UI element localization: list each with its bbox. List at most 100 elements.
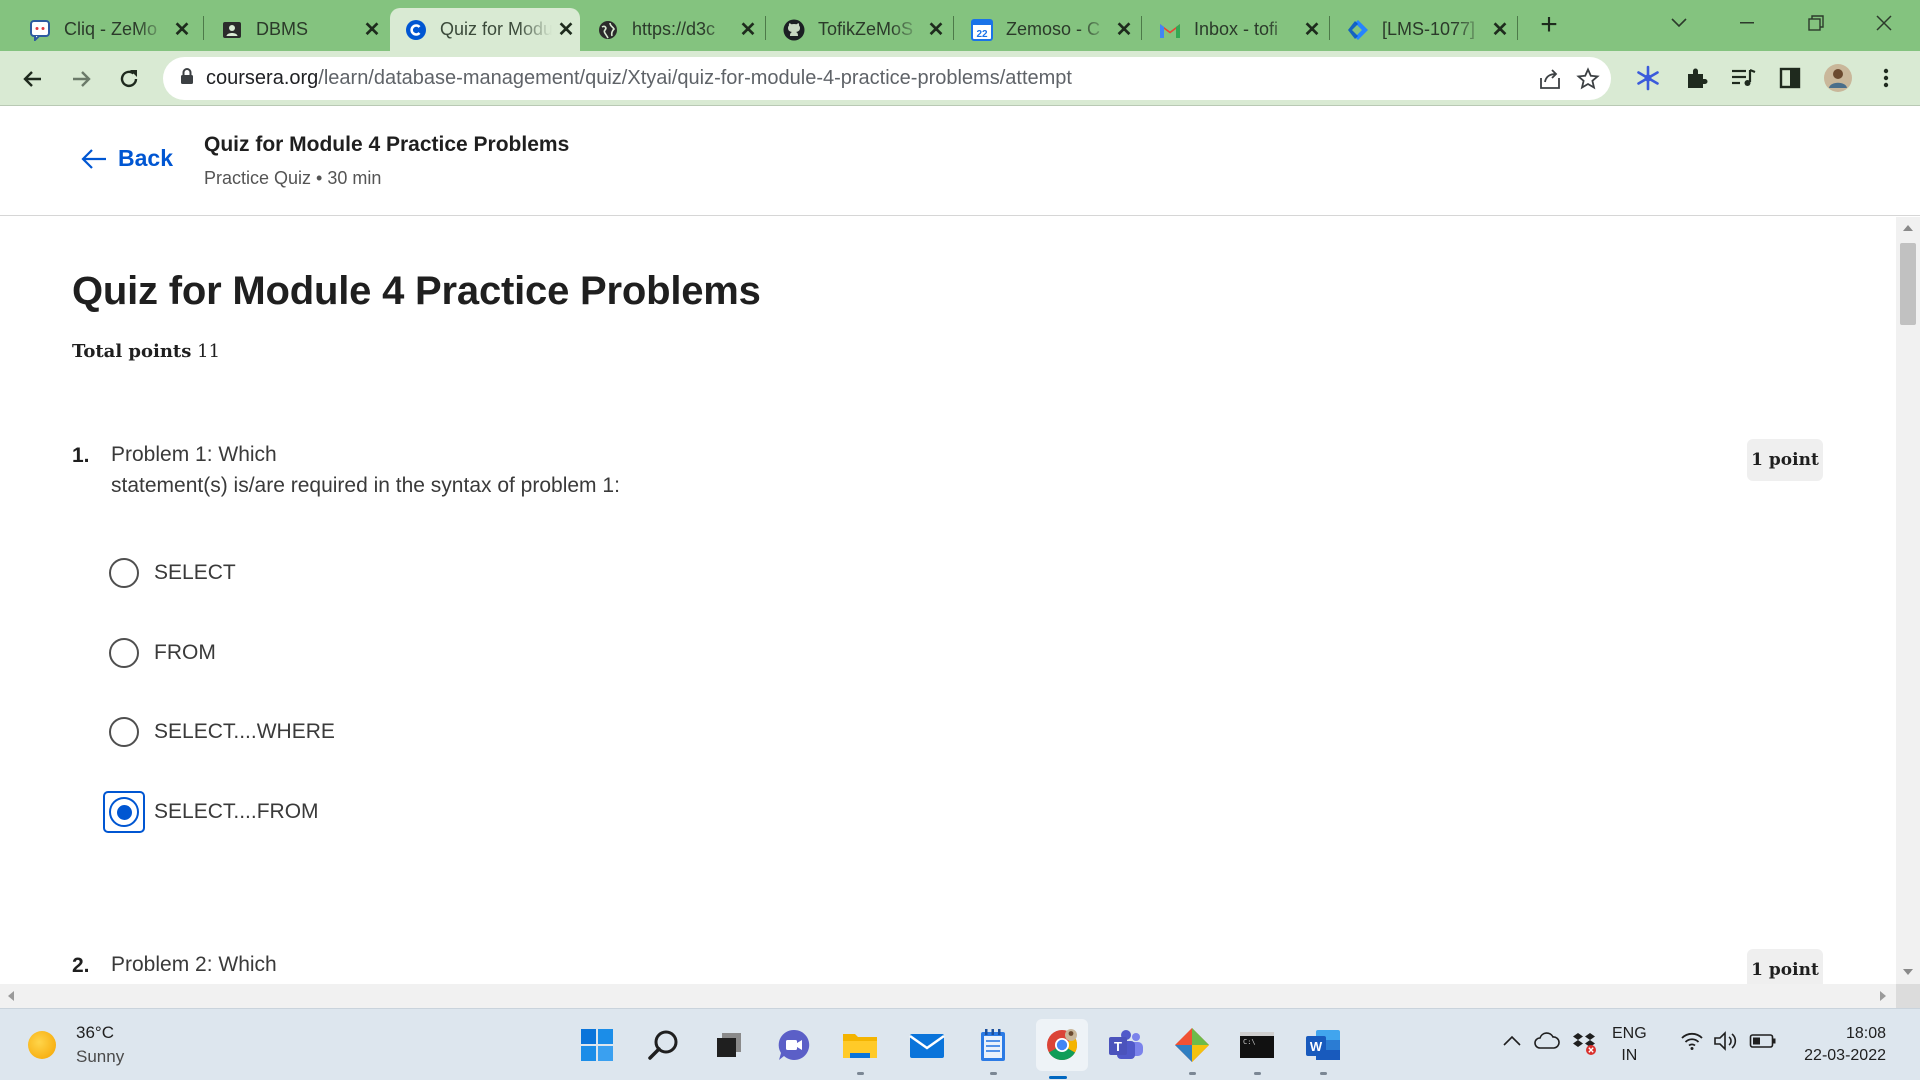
browser-tab-strip: Cliq - ZeMo ✕ DBMS ✕ Quiz for Module ✕ h… bbox=[0, 0, 1920, 51]
new-tab-button[interactable]: + bbox=[1535, 8, 1563, 42]
start-button[interactable] bbox=[575, 1023, 619, 1067]
scroll-right-icon[interactable] bbox=[1880, 991, 1886, 1001]
points-badge: 1 point bbox=[1747, 439, 1823, 481]
focus-ring bbox=[103, 791, 145, 833]
close-icon[interactable]: ✕ bbox=[1486, 17, 1514, 42]
header-subtitle: Practice Quiz • 30 min bbox=[204, 168, 382, 188]
search-button[interactable] bbox=[642, 1023, 686, 1067]
option-select[interactable]: SELECT bbox=[103, 550, 236, 596]
taskbar-notepad[interactable] bbox=[971, 1023, 1015, 1075]
windows-taskbar: 36°C Sunny T C:\ W ENG IN 18:08 22-03-20… bbox=[0, 1008, 1920, 1080]
profile-avatar[interactable] bbox=[1822, 62, 1854, 94]
tab-label: [LMS-1077] bbox=[1382, 19, 1476, 39]
taskbar-git-app[interactable] bbox=[1170, 1023, 1214, 1075]
extensions-puzzle-icon[interactable] bbox=[1680, 62, 1712, 94]
language-indicator[interactable]: ENG IN bbox=[1612, 1023, 1647, 1067]
media-control-icon[interactable] bbox=[1727, 62, 1759, 94]
task-view-icon bbox=[717, 1033, 741, 1057]
url-domain: coursera.org bbox=[206, 67, 319, 89]
back-nav-button[interactable] bbox=[16, 62, 50, 96]
restore-button[interactable] bbox=[1796, 6, 1836, 40]
side-panel-icon[interactable] bbox=[1774, 62, 1806, 94]
star-icon[interactable] bbox=[1576, 67, 1600, 91]
tab-cliq[interactable]: Cliq - ZeMo ✕ bbox=[14, 8, 196, 51]
taskbar-chat[interactable] bbox=[772, 1023, 816, 1067]
taskbar-teams[interactable]: T bbox=[1104, 1023, 1148, 1067]
radio-button[interactable] bbox=[109, 717, 139, 747]
taskbar-file-explorer[interactable] bbox=[838, 1023, 882, 1075]
option-select-from[interactable]: SELECT....FROM bbox=[103, 789, 319, 835]
scrollbar-corner bbox=[1896, 984, 1920, 1008]
chat-icon bbox=[778, 1029, 810, 1060]
tab-zemoso-calendar[interactable]: 22 Zemoso - C ✕ bbox=[956, 8, 1138, 51]
back-label: Back bbox=[118, 145, 173, 171]
diamond-app-icon bbox=[1175, 1028, 1209, 1062]
forward-nav-button[interactable] bbox=[64, 62, 98, 96]
scrollbar-thumb[interactable] bbox=[1900, 243, 1916, 325]
svg-text:T: T bbox=[1114, 1039, 1122, 1054]
tab-divider bbox=[1329, 16, 1330, 40]
scroll-down-icon[interactable] bbox=[1903, 969, 1913, 975]
option-label: SELECT....WHERE bbox=[154, 720, 335, 743]
notepad-icon bbox=[981, 1029, 1005, 1061]
tab-url[interactable]: https://d3c ✕ bbox=[582, 8, 762, 51]
close-icon[interactable]: ✕ bbox=[1298, 17, 1326, 42]
close-icon[interactable]: ✕ bbox=[168, 17, 196, 42]
tab-jira-lms[interactable]: [LMS-1077] ✕ bbox=[1332, 8, 1514, 51]
option-select-where[interactable]: SELECT....WHERE bbox=[103, 709, 335, 755]
dropbox-icon[interactable] bbox=[1570, 1029, 1598, 1057]
weather-temperature: 36°C bbox=[76, 1023, 114, 1042]
tab-search-button[interactable] bbox=[1659, 6, 1699, 40]
svg-text:C:\: C:\ bbox=[1243, 1038, 1256, 1046]
show-hidden-icons-button[interactable] bbox=[1500, 1029, 1524, 1053]
onedrive-icon[interactable] bbox=[1533, 1029, 1561, 1053]
scroll-up-icon[interactable] bbox=[1903, 225, 1913, 231]
close-icon[interactable]: ✕ bbox=[922, 17, 950, 42]
quiz-content: Quiz for Module 4 Practice Problems Tota… bbox=[0, 217, 1896, 984]
question-number: 1. bbox=[72, 444, 90, 467]
scroll-left-icon[interactable] bbox=[8, 991, 14, 1001]
back-button[interactable]: Back bbox=[80, 145, 173, 172]
wifi-icon[interactable] bbox=[1678, 1029, 1706, 1053]
more-menu-icon[interactable] bbox=[1870, 62, 1902, 94]
url-path: /learn/database-management/quiz/Xtyai/qu… bbox=[318, 67, 1072, 89]
minimize-button[interactable] bbox=[1727, 6, 1767, 40]
page-title: Quiz for Module 4 Practice Problems bbox=[72, 269, 761, 313]
close-icon[interactable]: ✕ bbox=[552, 17, 580, 42]
system-clock[interactable]: 18:08 22-03-2022 bbox=[1790, 1023, 1886, 1067]
taskbar-chrome[interactable] bbox=[1036, 1019, 1088, 1079]
taskbar-word[interactable]: W bbox=[1301, 1023, 1345, 1075]
question-text: Problem 2: Which bbox=[111, 949, 277, 980]
close-icon[interactable]: ✕ bbox=[358, 17, 386, 42]
vertical-scrollbar[interactable] bbox=[1896, 217, 1920, 984]
tab-gmail-inbox[interactable]: Inbox - tofi ✕ bbox=[1144, 8, 1326, 51]
mail-icon bbox=[909, 1034, 945, 1058]
url-text: coursera.org/learn/database-management/q… bbox=[206, 67, 1072, 90]
reload-icon bbox=[120, 70, 138, 88]
address-bar[interactable]: coursera.org/learn/database-management/q… bbox=[163, 57, 1611, 100]
battery-icon[interactable] bbox=[1748, 1029, 1778, 1053]
taskbar-terminal[interactable]: C:\ bbox=[1235, 1023, 1279, 1075]
share-icon[interactable] bbox=[1538, 67, 1562, 91]
close-icon[interactable]: ✕ bbox=[1110, 17, 1138, 42]
clock-time: 18:08 bbox=[1845, 1025, 1886, 1042]
option-from[interactable]: FROM bbox=[103, 630, 216, 676]
radio-button[interactable] bbox=[109, 558, 139, 588]
task-view-button[interactable] bbox=[707, 1023, 751, 1067]
radio-button[interactable] bbox=[109, 638, 139, 668]
horizontal-scrollbar[interactable] bbox=[0, 984, 1896, 1008]
minimize-icon bbox=[1740, 22, 1754, 24]
tab-label: Inbox - tofi bbox=[1194, 19, 1279, 39]
close-icon[interactable]: ✕ bbox=[734, 17, 762, 42]
tab-quiz-for-module[interactable]: Quiz for Module ✕ bbox=[390, 8, 580, 51]
weather-widget[interactable]: 36°C Sunny bbox=[28, 1023, 124, 1067]
taskbar-mail[interactable] bbox=[905, 1023, 949, 1067]
volume-icon[interactable] bbox=[1712, 1029, 1740, 1053]
folder-icon bbox=[843, 1034, 877, 1058]
close-window-button[interactable] bbox=[1864, 6, 1904, 40]
tab-github[interactable]: TofikZeMoS ✕ bbox=[768, 8, 950, 51]
tab-dbms[interactable]: DBMS ✕ bbox=[206, 8, 386, 51]
search-icon bbox=[648, 1030, 678, 1060]
extension-snowflake-icon[interactable] bbox=[1632, 62, 1664, 94]
reload-button[interactable] bbox=[112, 62, 146, 96]
